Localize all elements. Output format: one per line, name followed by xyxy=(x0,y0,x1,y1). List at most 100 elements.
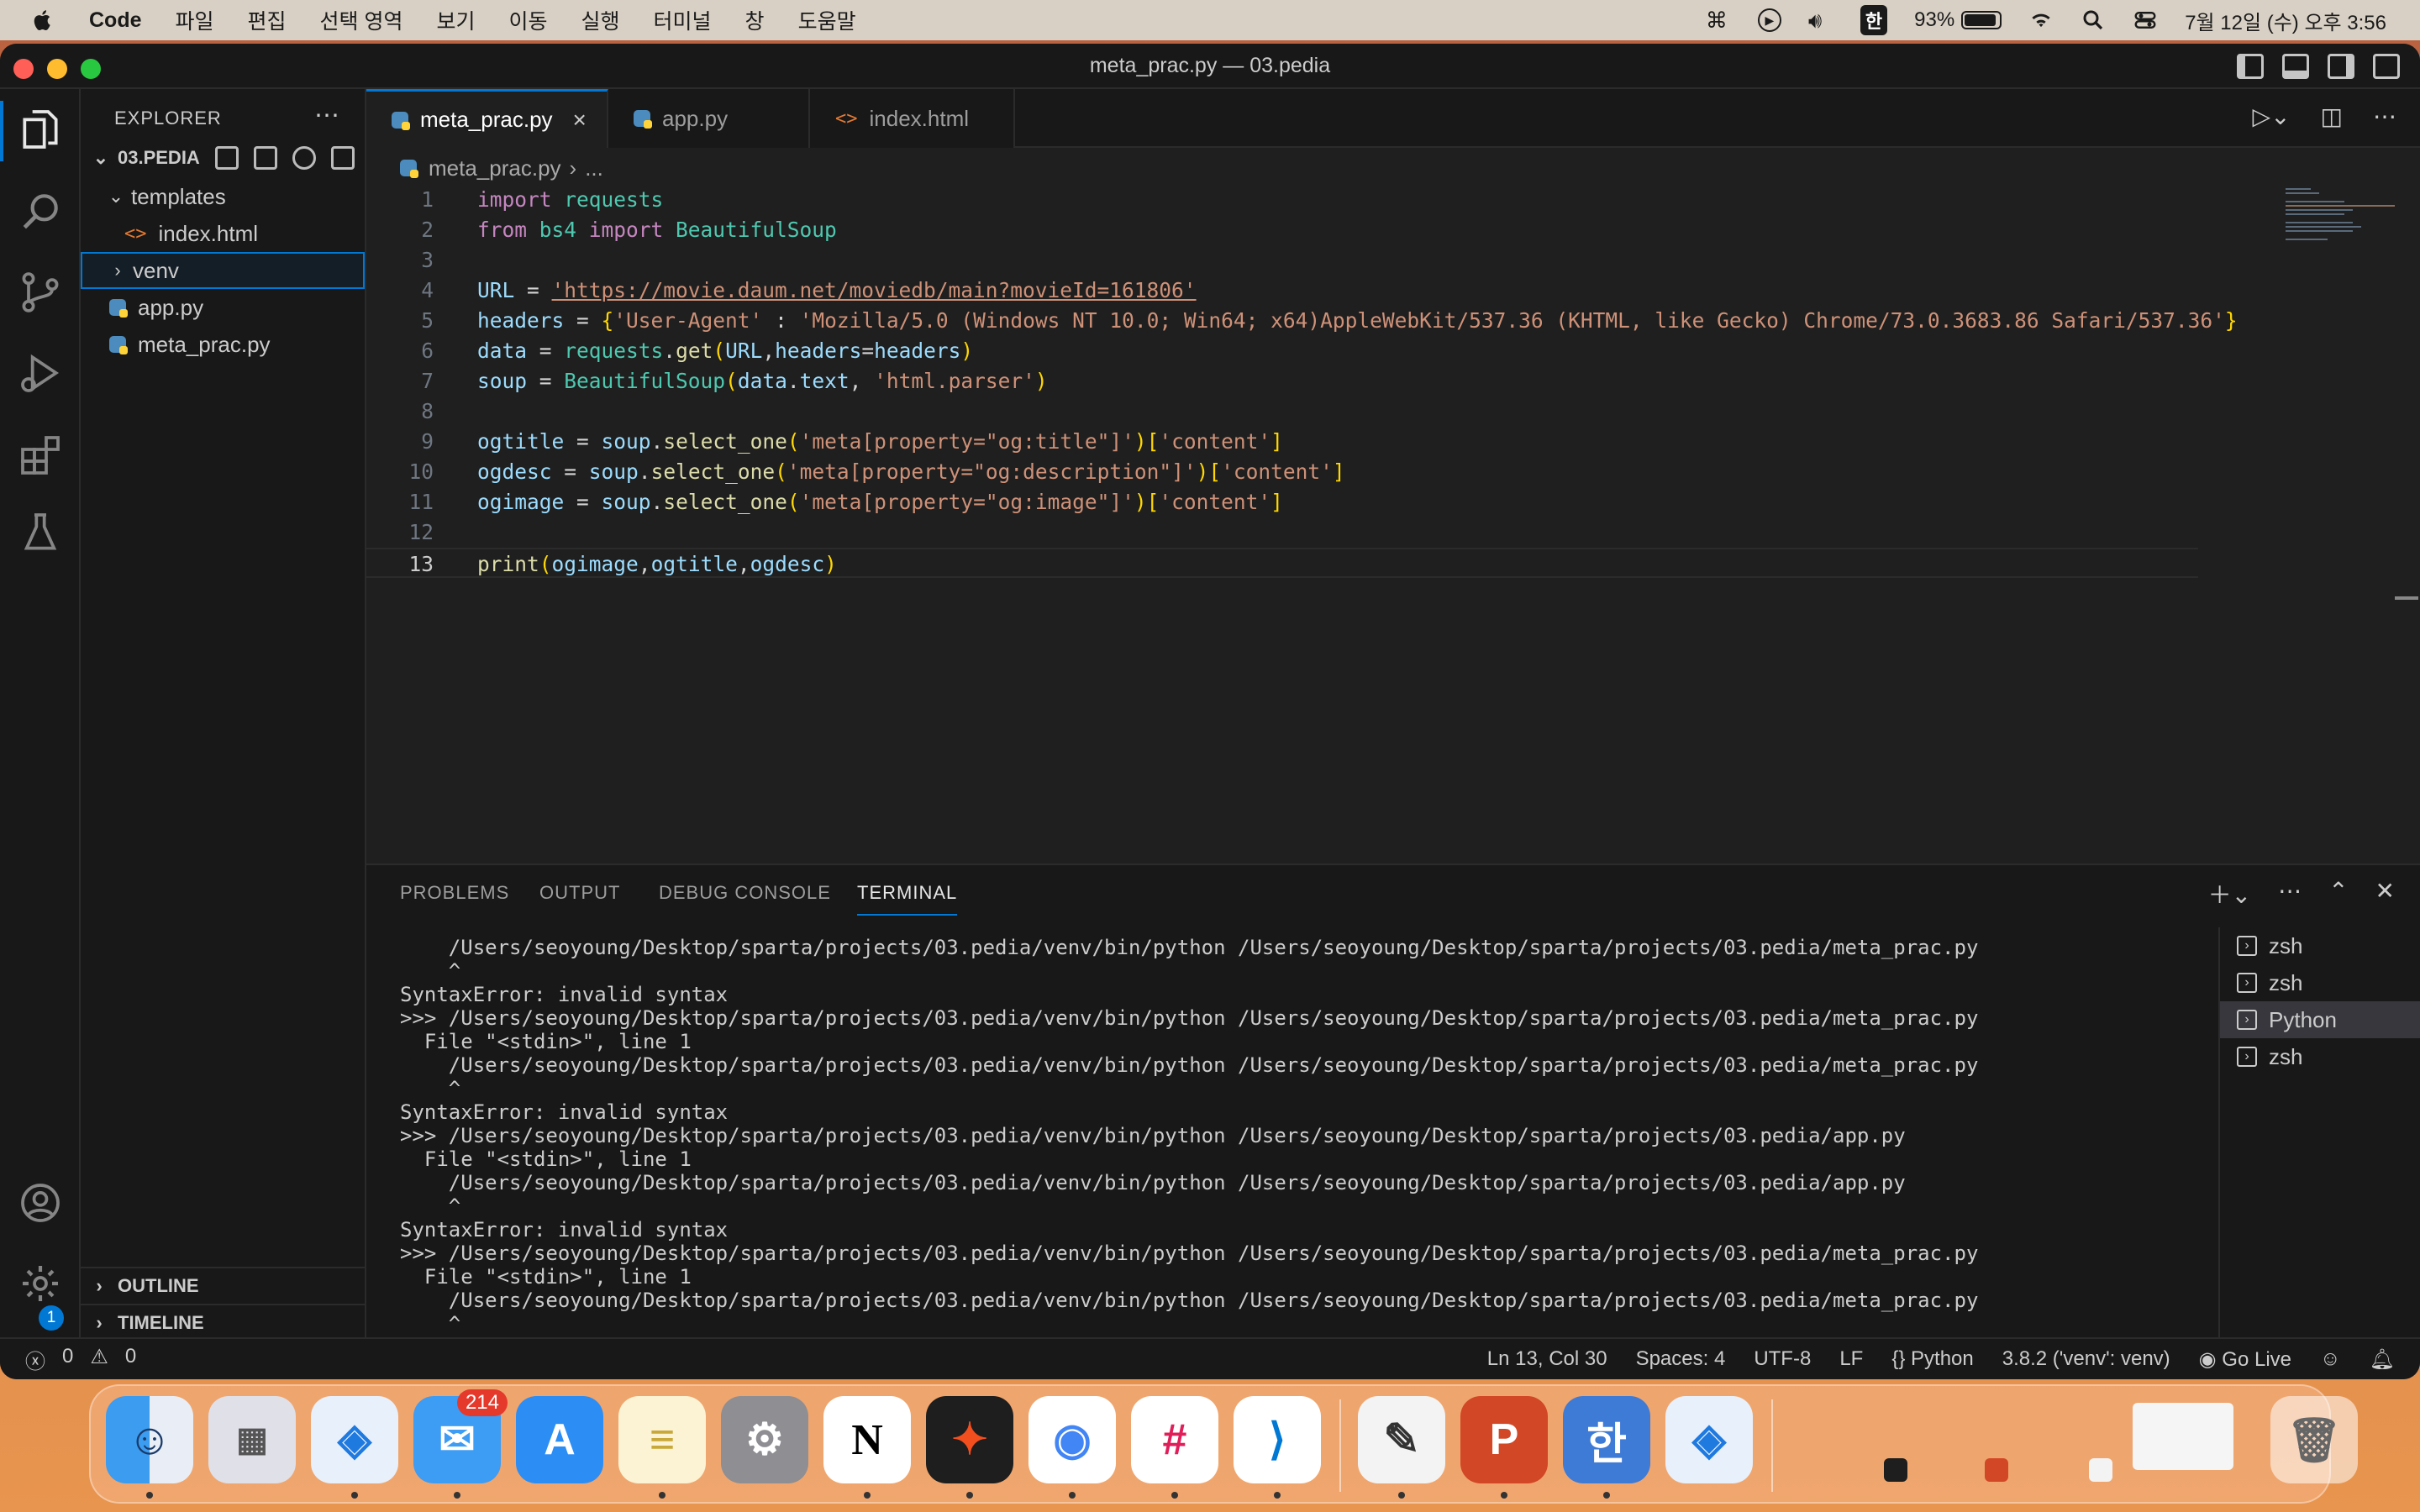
figma-menu-icon[interactable]: ⌘ xyxy=(1706,8,1731,33)
split-editor-icon[interactable]: ◫ xyxy=(2321,102,2343,130)
toggle-panel-icon[interactable] xyxy=(2282,54,2309,79)
tree-file-meta-prac-py[interactable]: meta_prac.py xyxy=(81,326,365,363)
menu-run[interactable]: 실행 xyxy=(581,5,620,35)
hancom-icon[interactable]: 한 xyxy=(1563,1396,1650,1499)
battery-status[interactable]: 93% xyxy=(1914,8,2002,32)
go-live-button[interactable]: ◉ Go Live xyxy=(2199,1347,2291,1372)
apple-icon[interactable] xyxy=(30,8,55,33)
workspace-folder-header[interactable]: ⌄ 03.PEDIA xyxy=(81,141,366,175)
vscode-icon[interactable]: ⟩ xyxy=(1234,1396,1321,1499)
figma-icon[interactable]: ✦ xyxy=(926,1396,1013,1499)
minimap[interactable] xyxy=(2286,188,2395,240)
run-debug-icon[interactable] xyxy=(17,349,64,396)
breadcrumb-file[interactable]: meta_prac.py xyxy=(429,155,561,181)
more-actions-icon[interactable]: ⋯ xyxy=(2373,102,2396,130)
menu-selection[interactable]: 선택 영역 xyxy=(320,5,403,35)
customize-layout-icon[interactable] xyxy=(2373,54,2400,79)
manage-gear-icon[interactable] xyxy=(17,1260,64,1307)
editor-scrollbar[interactable] xyxy=(2395,596,2418,600)
tree-file-app-py[interactable]: app.py xyxy=(81,289,365,326)
spotlight-search-icon[interactable] xyxy=(2081,8,2106,33)
panel-tab-problems[interactable]: PROBLEMS xyxy=(400,882,509,904)
menu-go[interactable]: 이동 xyxy=(509,5,548,35)
powerpoint-icon[interactable]: P xyxy=(1460,1396,1548,1499)
tree-file-index-html[interactable]: <> index.html xyxy=(81,215,365,252)
notifications-bell-icon[interactable]: 🔔︎ xyxy=(2370,1347,2395,1372)
problems-status[interactable]: ⓧ 0 ⚠ 0 xyxy=(25,1345,136,1374)
source-control-icon[interactable] xyxy=(17,269,64,316)
feedback-icon[interactable]: ☺ xyxy=(2320,1347,2341,1371)
menu-terminal[interactable]: 터미널 xyxy=(654,5,712,35)
minimized-powerpoint-window[interactable] xyxy=(1985,1458,2008,1482)
panel-tab-output[interactable]: OUTPUT xyxy=(539,882,620,904)
terminal-item-selected[interactable]: › Python xyxy=(2220,1001,2420,1038)
terminal-item[interactable]: › zsh xyxy=(2220,927,2420,964)
chrome-icon[interactable]: ◉ xyxy=(1028,1396,1116,1499)
minimized-figma-window[interactable] xyxy=(1884,1458,1907,1482)
trash-icon[interactable]: 🗑︎ xyxy=(2270,1396,2358,1483)
volume-icon[interactable]: 🔊︎ xyxy=(1808,8,1833,33)
menubar-clock[interactable]: 7월 12일 (수) 오후 3:56 xyxy=(2185,6,2386,35)
refresh-icon[interactable] xyxy=(292,146,316,170)
tree-folder-venv[interactable]: › venv xyxy=(81,252,365,289)
more-actions-icon[interactable]: ⋯ xyxy=(2278,877,2302,911)
safari-technology-preview-icon[interactable]: ◈ xyxy=(1665,1396,1753,1483)
menu-help[interactable]: 도움말 xyxy=(798,5,856,35)
minimized-window-preview[interactable] xyxy=(2133,1403,2233,1470)
testing-flask-icon[interactable] xyxy=(17,509,64,556)
end-of-line[interactable]: LF xyxy=(1839,1347,1863,1371)
safari-icon[interactable]: ◈ xyxy=(311,1396,398,1499)
panel-tab-debug-console[interactable]: DEBUG CONSOLE xyxy=(659,882,831,904)
accounts-icon[interactable] xyxy=(17,1179,64,1226)
textedit-icon[interactable]: ✎ xyxy=(1358,1396,1445,1499)
notes-icon[interactable]: ≡ xyxy=(618,1396,706,1499)
breadcrumb-more[interactable]: ... xyxy=(585,155,603,181)
tab-meta-prac-py[interactable]: meta_prac.py × xyxy=(366,89,608,148)
maximize-panel-icon[interactable]: ⌃ xyxy=(2328,877,2348,911)
menu-file[interactable]: 파일 xyxy=(176,5,214,35)
notion-icon[interactable]: N xyxy=(823,1396,911,1499)
system-settings-icon[interactable]: ⚙ xyxy=(721,1396,808,1483)
close-tab-icon[interactable]: × xyxy=(573,107,587,134)
slack-icon[interactable]: # xyxy=(1131,1396,1218,1499)
tab-app-py[interactable]: app.py xyxy=(608,89,810,148)
collapse-all-icon[interactable] xyxy=(331,146,355,170)
menu-edit[interactable]: 편집 xyxy=(248,5,287,35)
tree-folder-templates[interactable]: ⌄ templates xyxy=(81,178,365,215)
new-terminal-icon[interactable]: ＋⌄ xyxy=(2208,877,2251,911)
menu-view[interactable]: 보기 xyxy=(436,5,475,35)
menu-app-name[interactable]: Code xyxy=(89,8,142,33)
more-actions-icon[interactable]: ⋯ xyxy=(314,101,339,130)
close-panel-icon[interactable]: ✕ xyxy=(2375,877,2395,911)
new-file-icon[interactable] xyxy=(215,146,239,170)
app-store-icon[interactable]: A xyxy=(516,1396,603,1483)
menu-window[interactable]: 창 xyxy=(745,5,765,35)
indentation[interactable]: Spaces: 4 xyxy=(1636,1347,1726,1371)
input-method-indicator[interactable]: 한 xyxy=(1860,5,1888,35)
control-center-icon[interactable] xyxy=(2133,8,2158,33)
cursor-position[interactable]: Ln 13, Col 30 xyxy=(1487,1347,1607,1371)
terminal-item[interactable]: › zsh xyxy=(2220,964,2420,1001)
mail-icon[interactable]: ✉ 214 xyxy=(413,1389,508,1499)
play-circle-icon[interactable]: ▶ xyxy=(1757,8,1781,32)
timeline-section[interactable]: › TIMELINE xyxy=(81,1304,365,1341)
panel-tab-terminal[interactable]: TERMINAL xyxy=(857,882,958,916)
launchpad-icon[interactable]: ▦ xyxy=(208,1396,296,1483)
explorer-icon[interactable] xyxy=(17,106,64,153)
tab-index-html[interactable]: <> index.html xyxy=(810,89,1015,148)
search-icon[interactable] xyxy=(17,188,64,235)
terminal-item[interactable]: › zsh xyxy=(2220,1038,2420,1075)
language-mode[interactable]: {} Python xyxy=(1891,1347,1973,1371)
code-editor[interactable]: 1 import requests 2 from bs4 import Beauti… xyxy=(366,185,2420,864)
toggle-primary-sidebar-icon[interactable] xyxy=(2237,54,2264,79)
terminal-output[interactable]: /Users/seoyoung/Desktop/sparta/projects/… xyxy=(400,936,2232,1379)
extensions-icon[interactable] xyxy=(17,432,64,479)
outline-section[interactable]: › OUTLINE xyxy=(81,1267,365,1304)
file-encoding[interactable]: UTF-8 xyxy=(1754,1347,1811,1371)
finder-icon[interactable]: ☺ xyxy=(106,1396,193,1499)
python-interpreter[interactable]: 3.8.2 ('venv': venv) xyxy=(2002,1347,2170,1371)
wifi-icon[interactable] xyxy=(2028,8,2054,33)
toggle-secondary-sidebar-icon[interactable] xyxy=(2328,54,2354,79)
minimized-textedit-window[interactable] xyxy=(2089,1458,2112,1482)
run-python-file-icon[interactable]: ▷⌄ xyxy=(2253,102,2291,130)
